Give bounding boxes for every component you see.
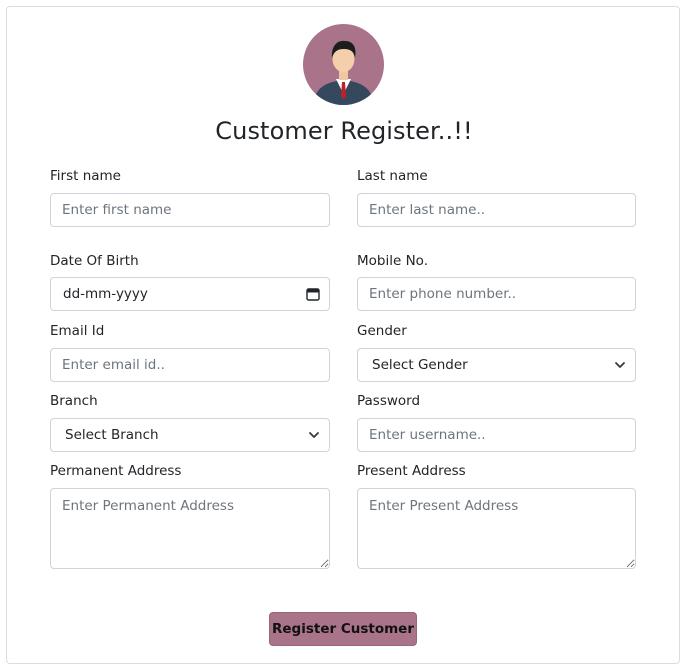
password-input[interactable] [357, 418, 636, 452]
calendar-icon[interactable] [306, 287, 320, 301]
email-label: Email Id [50, 323, 105, 339]
branch-select[interactable]: Select Branch [50, 418, 330, 452]
first-name-input[interactable] [50, 193, 330, 227]
gender-label: Gender [357, 323, 407, 339]
present-address-textarea[interactable] [357, 488, 636, 569]
first-name-label: First name [50, 168, 121, 184]
page-title: Customer Register..!! [215, 117, 473, 145]
dob-date-input[interactable]: dd-mm-yyyy [50, 277, 330, 311]
chevron-down-icon [309, 432, 319, 438]
permanent-address-textarea[interactable] [50, 488, 330, 569]
gender-selected-value: Select Gender [372, 357, 468, 373]
branch-selected-value: Select Branch [65, 427, 159, 443]
password-label: Password [357, 393, 421, 409]
dob-label: Date Of Birth [50, 253, 139, 269]
mobile-input[interactable] [357, 277, 636, 311]
permanent-address-label: Permanent Address [50, 463, 182, 479]
present-address-label: Present Address [357, 463, 466, 479]
mobile-label: Mobile No. [357, 253, 428, 269]
last-name-input[interactable] [357, 193, 636, 227]
register-customer-button[interactable]: Register Customer [269, 612, 417, 646]
branch-label: Branch [50, 393, 98, 409]
last-name-label: Last name [357, 168, 428, 184]
chevron-down-icon [615, 362, 625, 368]
user-avatar-icon [303, 24, 384, 105]
email-input[interactable] [50, 348, 330, 382]
dob-placeholder: dd-mm-yyyy [63, 286, 148, 302]
gender-select[interactable]: Select Gender [357, 348, 636, 382]
